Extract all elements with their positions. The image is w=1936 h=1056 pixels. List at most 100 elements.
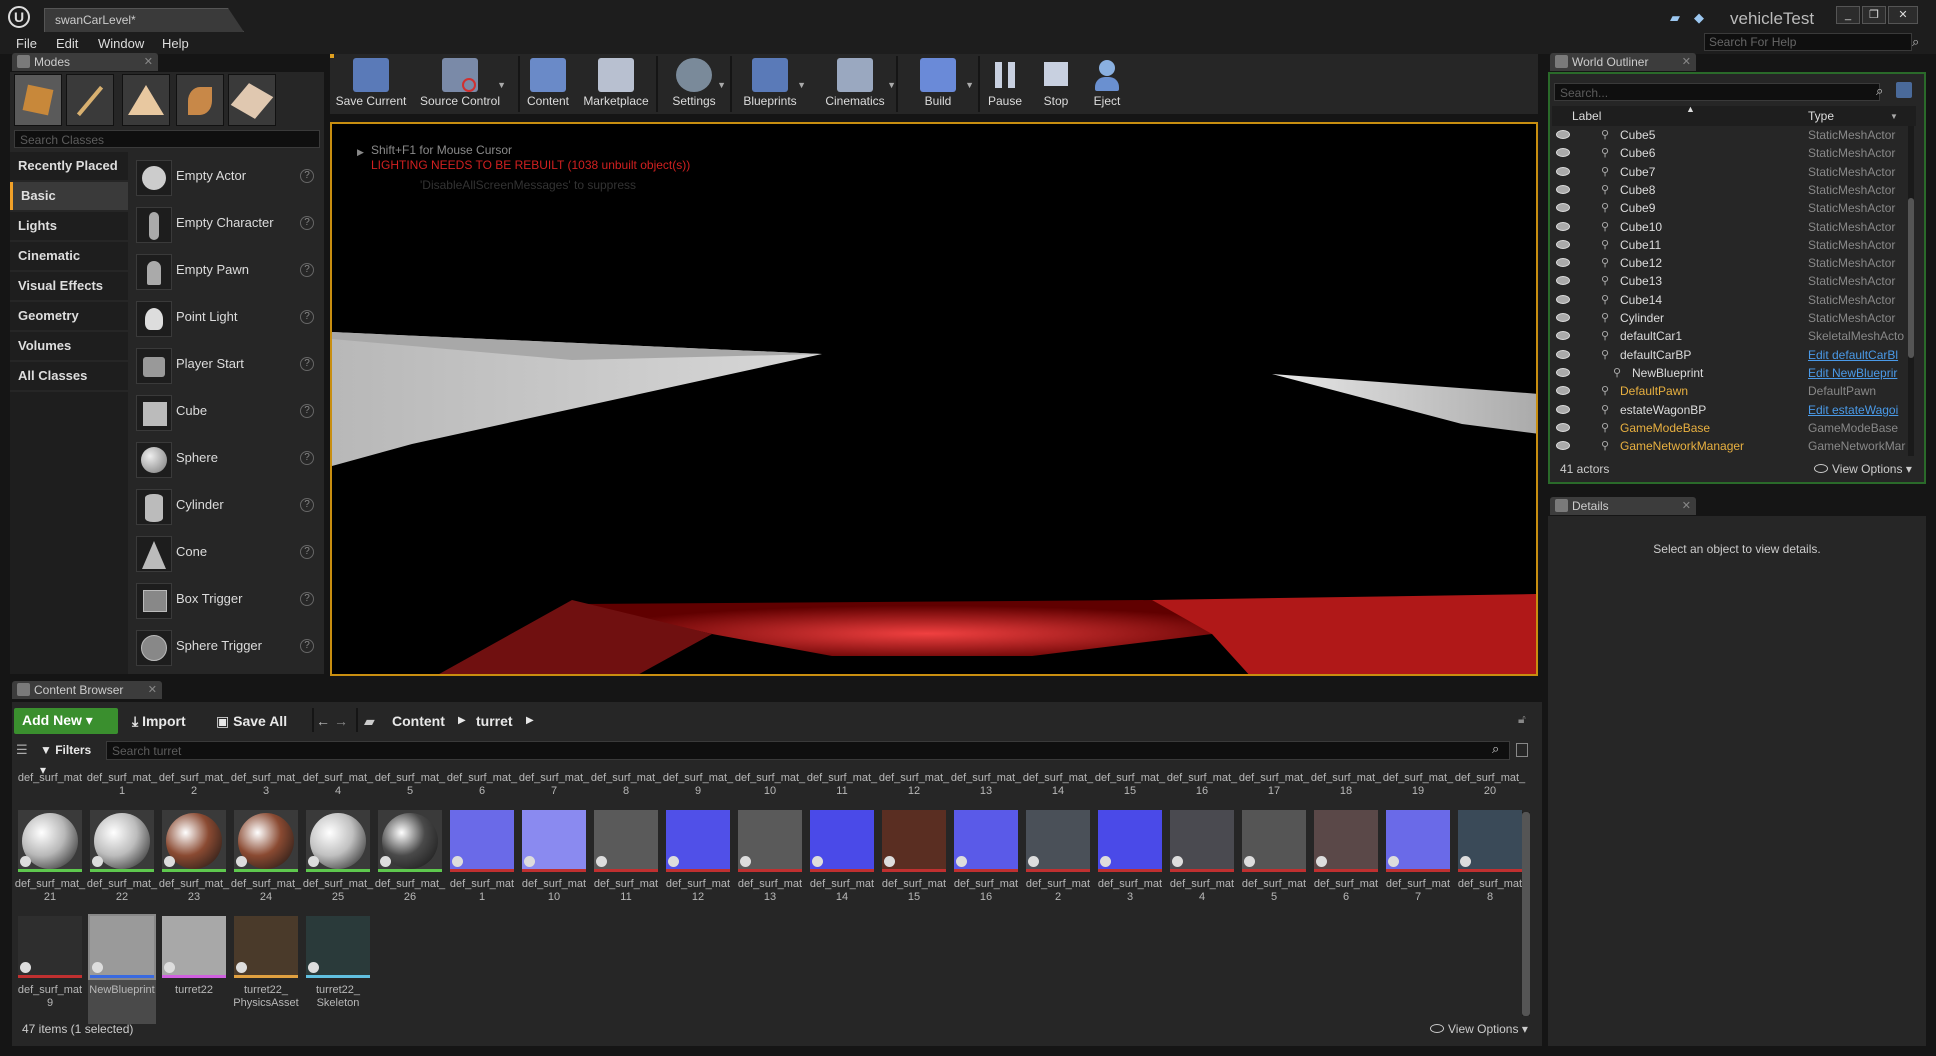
outliner-row[interactable]: ⚲ Cube5 StaticMeshActor (1552, 126, 1916, 144)
asset-tile[interactable]: def_surf_mat 5 (1240, 810, 1308, 918)
eye-icon[interactable] (1556, 258, 1570, 268)
unreal-logo-icon[interactable]: U (8, 6, 30, 28)
close-icon[interactable]: ✕ (1682, 497, 1691, 515)
eye-icon[interactable] (1556, 294, 1570, 304)
paint-mode-button[interactable] (66, 74, 114, 126)
asset-tile[interactable]: def_surf_mat_ 26 (375, 810, 445, 918)
eye-icon[interactable] (1556, 166, 1570, 176)
eye-icon[interactable] (1556, 367, 1570, 377)
asset-tile[interactable]: def_surf_mat 9 (16, 916, 84, 1024)
asset-label[interactable]: def_surf_mat_ 12 (876, 772, 952, 798)
menu-window[interactable]: Window (98, 34, 144, 54)
save-search-icon[interactable] (1516, 743, 1528, 757)
asset-label[interactable]: def_surf_mat_ 1 (84, 772, 160, 798)
close-icon[interactable]: ✕ (1682, 53, 1691, 71)
search-classes-input[interactable]: Search Classes (14, 130, 320, 148)
asset-label[interactable]: def_surf_mat_ 8 (588, 772, 664, 798)
level-tab[interactable]: swanCarLevel* (44, 8, 244, 32)
chevron-down-icon[interactable]: ▼ (717, 80, 726, 90)
asset-label[interactable]: def_surf_mat_ 14 (1020, 772, 1096, 798)
asset-label[interactable]: def_surf_mat_ 4 (300, 772, 376, 798)
column-type[interactable]: Type (1808, 109, 1834, 123)
save-current-button[interactable]: Save Current (334, 56, 408, 114)
forward-arrow-icon[interactable]: → (334, 709, 348, 733)
outliner-row[interactable]: ⚲ Cube14 StaticMeshActor (1552, 291, 1916, 309)
eye-icon[interactable] (1556, 349, 1570, 359)
path-separator-icon[interactable]: ▶ (526, 709, 534, 733)
outliner-row[interactable]: ⚲ GameModeBase GameModeBase (1552, 419, 1916, 437)
eye-icon[interactable] (1556, 221, 1570, 231)
category-recently-placed[interactable]: Recently Placed (10, 152, 128, 180)
asset-tile[interactable]: turret22 (160, 916, 228, 1024)
place-item-empty-pawn[interactable]: Empty Pawn? (132, 249, 320, 293)
chat-icon[interactable]: ▰ (1670, 10, 1688, 26)
content-view-options[interactable]: View Options ▾ (1430, 1022, 1528, 1036)
close-icon[interactable]: ✕ (144, 53, 153, 71)
eye-icon[interactable] (1556, 331, 1570, 341)
asset-label[interactable]: def_surf_mat_ 7 (516, 772, 592, 798)
asset-label[interactable]: def_surf_mat_ 17 (1236, 772, 1312, 798)
asset-label[interactable]: def_surf_mat_ 13 (948, 772, 1024, 798)
asset-tile[interactable]: def_surf_mat_ 25 (303, 810, 373, 918)
asset-tile[interactable]: def_surf_mat 1 (448, 810, 516, 918)
outliner-row[interactable]: ⚲ Cube11 StaticMeshActor (1552, 236, 1916, 254)
eye-icon[interactable] (1556, 386, 1570, 396)
help-icon[interactable]: ? (300, 216, 314, 230)
category-basic[interactable]: Basic (10, 182, 128, 210)
help-icon[interactable]: ? (300, 310, 314, 324)
asset-label[interactable]: def_surf_mat_ 18 (1308, 772, 1384, 798)
eye-icon[interactable] (1556, 404, 1570, 414)
asset-tile[interactable]: def_surf_mat_ 21 (15, 810, 85, 918)
path-turret[interactable]: turret (476, 709, 513, 733)
content-browser-tab[interactable]: Content Browser ✕ (12, 681, 162, 699)
content-button[interactable]: Content (522, 56, 574, 114)
path-content[interactable]: Content (392, 709, 445, 733)
search-icon[interactable]: ⌕ (1492, 741, 1499, 757)
asset-label[interactable]: def_surf_mat (12, 772, 88, 785)
help-icon[interactable]: ? (300, 169, 314, 183)
help-search-input[interactable]: Search For Help (1704, 33, 1912, 51)
place-item-cone[interactable]: Cone? (132, 531, 320, 575)
menu-help[interactable]: Help (162, 34, 189, 54)
eye-icon[interactable] (1556, 148, 1570, 158)
import-button[interactable]: ⤓ Import (132, 709, 186, 733)
asset-tile[interactable]: turret22_ PhysicsAsset (232, 916, 300, 1024)
eye-icon[interactable] (1556, 239, 1570, 249)
eye-icon[interactable] (1556, 422, 1570, 432)
outliner-row[interactable]: ⚲ GameNetworkManager GameNetworkMar (1552, 437, 1916, 455)
close-button[interactable]: ✕ (1888, 6, 1918, 24)
outliner-row[interactable]: ⚲ estateWagonBP Edit estateWagoi (1552, 401, 1916, 419)
asset-tile[interactable]: def_surf_mat 2 (1024, 810, 1092, 918)
eye-icon[interactable] (1556, 441, 1570, 451)
help-icon[interactable]: ? (300, 357, 314, 371)
world-outliner-tab[interactable]: World Outliner ✕ (1550, 53, 1696, 71)
details-tab[interactable]: Details ✕ (1550, 497, 1696, 515)
chevron-down-icon[interactable]: ▼ (497, 80, 506, 90)
asset-label[interactable]: def_surf_mat_ 11 (804, 772, 880, 798)
asset-label[interactable]: def_surf_mat_ 5 (372, 772, 448, 798)
search-turret-input[interactable]: Search turret (106, 741, 1510, 760)
outliner-row[interactable]: ⚲ DefaultPawn DefaultPawn (1552, 382, 1916, 400)
content-scrollbar[interactable] (1522, 812, 1530, 1016)
asset-label[interactable]: def_surf_mat_ 2 (156, 772, 232, 798)
asset-tile[interactable]: def_surf_mat 10 (520, 810, 588, 918)
menu-file[interactable]: File (16, 34, 37, 54)
asset-tile[interactable]: def_surf_mat 7 (1384, 810, 1452, 918)
outliner-scrollbar[interactable] (1908, 126, 1914, 456)
help-icon[interactable]: ? (300, 404, 314, 418)
folder-icon[interactable]: ▰ (364, 709, 375, 733)
geometry-mode-button[interactable] (228, 74, 276, 126)
asset-label[interactable]: def_surf_mat_ 10 (732, 772, 808, 798)
column-label[interactable]: Label (1572, 109, 1601, 123)
category-all-classes[interactable]: All Classes (10, 362, 128, 390)
place-item-point-light[interactable]: Point Light? (132, 296, 320, 340)
add-new-button[interactable]: Add New ▾ (14, 708, 118, 734)
asset-label[interactable]: def_surf_mat_ 3 (228, 772, 304, 798)
asset-tile[interactable]: def_surf_mat 11 (592, 810, 660, 918)
eye-icon[interactable] (1556, 276, 1570, 286)
place-item-empty-character[interactable]: Empty Character? (132, 202, 320, 246)
place-item-cube[interactable]: Cube? (132, 390, 320, 434)
lock-icon[interactable]: 🔓︎ (1518, 712, 1526, 727)
asset-label[interactable]: def_surf_mat_ 9 (660, 772, 736, 798)
asset-tile[interactable]: def_surf_mat 4 (1168, 810, 1236, 918)
